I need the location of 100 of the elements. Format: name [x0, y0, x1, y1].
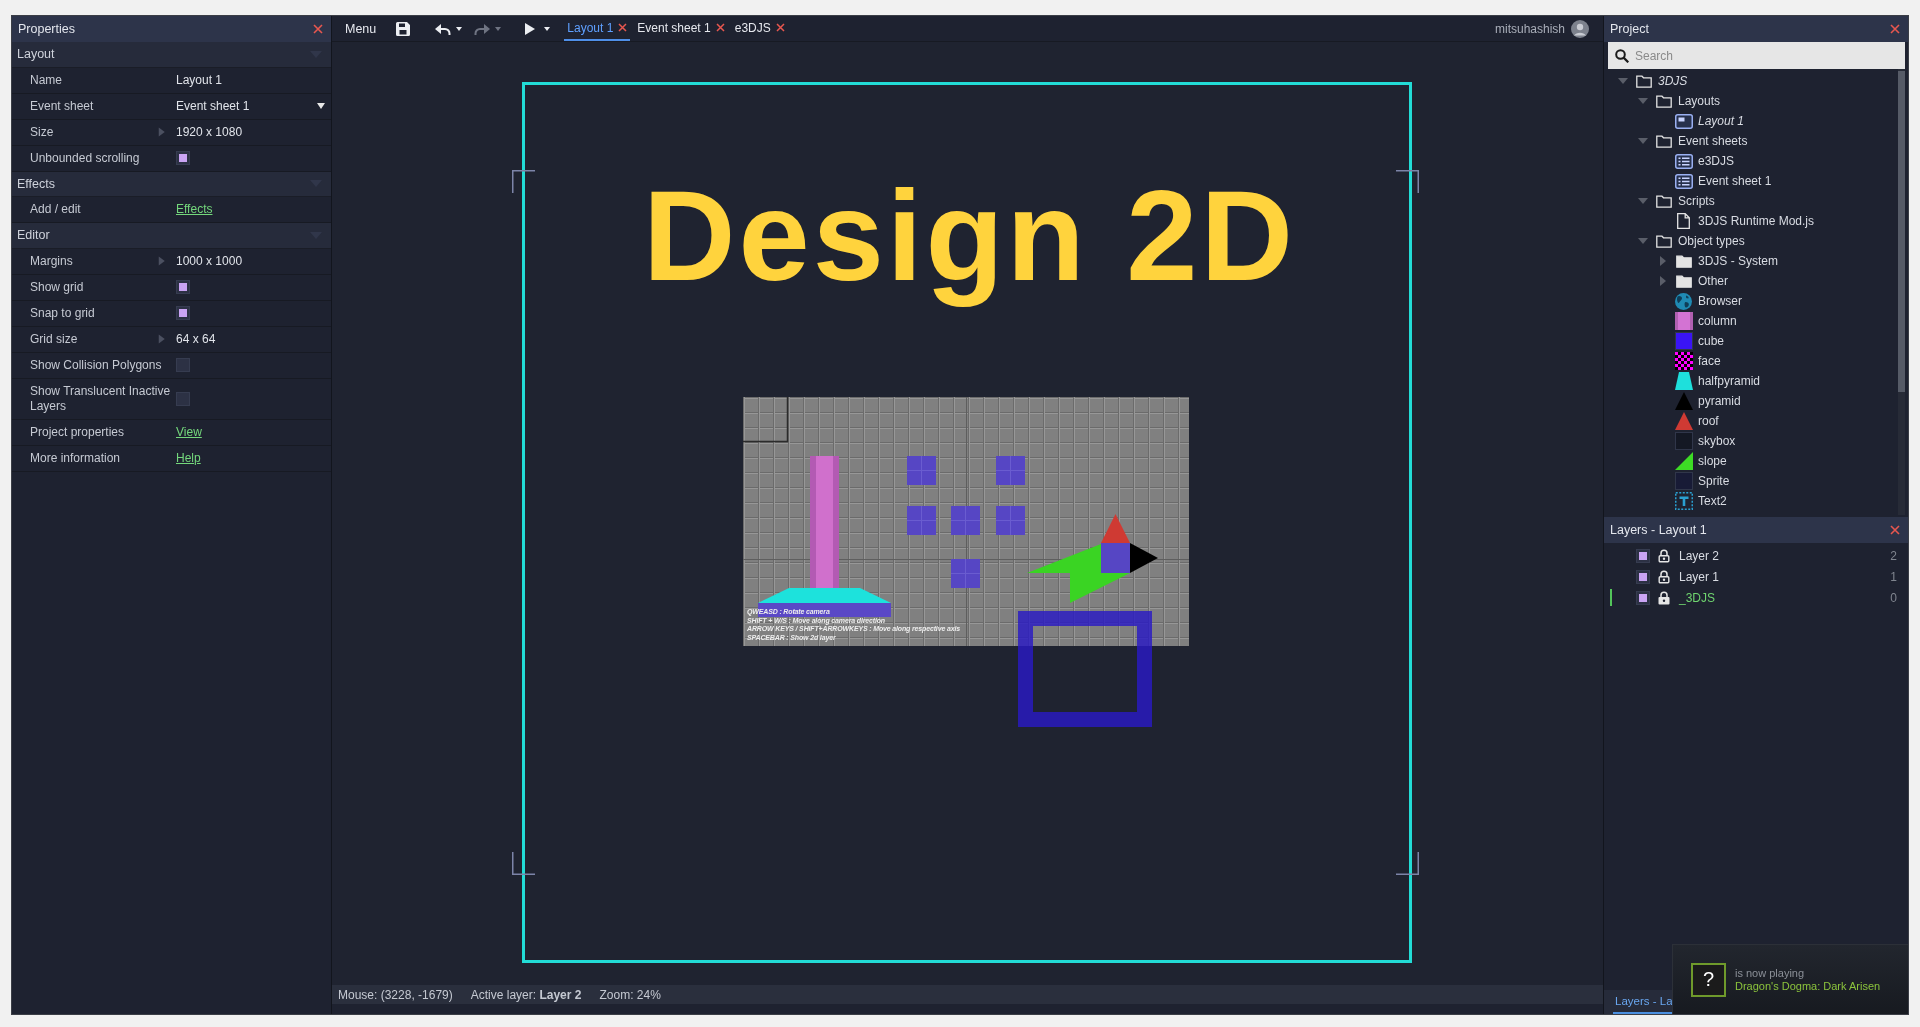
lock-icon[interactable] — [1658, 590, 1670, 605]
close-button[interactable] — [313, 24, 323, 34]
checkbox[interactable] — [176, 306, 190, 320]
tree-item[interactable]: Scripts — [1636, 191, 1715, 211]
tree-item[interactable]: Sprite — [1656, 471, 1730, 491]
caret-icon[interactable] — [544, 27, 551, 31]
property-label: Add / edit — [30, 202, 82, 217]
block-tile — [995, 455, 1026, 486]
menu-button[interactable]: Menu — [340, 21, 382, 36]
tree-item[interactable]: slope — [1656, 451, 1727, 471]
close-button[interactable] — [1890, 24, 1900, 34]
tree-item[interactable]: column — [1656, 311, 1737, 331]
collapse-arrow-icon[interactable] — [1638, 138, 1648, 144]
section-title: Effects — [17, 176, 55, 191]
tree-item[interactable]: face — [1656, 351, 1721, 371]
link[interactable]: Help — [176, 450, 201, 465]
property-label: Show Collision Polygons — [30, 357, 163, 373]
folder-icon — [1675, 274, 1692, 288]
notification-status: is now playing — [1735, 967, 1805, 979]
run-button[interactable] — [525, 22, 551, 35]
corner-mark — [512, 170, 535, 193]
property-label: Margins — [30, 253, 74, 269]
checkbox[interactable] — [176, 358, 190, 372]
layer-name[interactable]: _3DJS — [1679, 590, 1716, 605]
scrollbar-thumb[interactable] — [1898, 71, 1905, 392]
search-field[interactable]: Search — [1608, 42, 1905, 69]
section-header[interactable]: Layout — [12, 42, 331, 68]
tree-item[interactable]: 3DJS - System — [1656, 251, 1778, 271]
tree-item[interactable]: cube — [1656, 331, 1725, 351]
section-header[interactable]: Editor — [12, 223, 331, 249]
collapse-arrow-icon[interactable] — [1638, 198, 1648, 204]
expand-arrow-icon[interactable] — [158, 333, 167, 345]
close-icon — [313, 24, 323, 34]
folder-icon — [1635, 74, 1652, 88]
checkbox[interactable] — [176, 280, 190, 294]
checkbox[interactable] — [176, 391, 190, 406]
property-value: 64 x 64 — [176, 331, 216, 347]
property-label: Grid size — [30, 331, 79, 347]
folder-icon — [1655, 94, 1672, 108]
lock-icon[interactable] — [1658, 548, 1670, 563]
expand-arrow-icon[interactable] — [158, 126, 167, 138]
close-icon[interactable] — [618, 23, 628, 32]
username: mitsuhashish — [1494, 21, 1565, 36]
tree-item[interactable]: Layouts — [1636, 91, 1721, 111]
tree-item[interactable]: halfpyramid — [1656, 371, 1761, 391]
collapse-arrow-icon[interactable] — [1618, 78, 1628, 84]
tree-item[interactable]: Other — [1656, 271, 1728, 291]
close-button[interactable] — [1890, 525, 1900, 535]
link[interactable]: Effects — [176, 202, 213, 216]
link[interactable]: View — [176, 424, 202, 439]
save-button[interactable] — [396, 21, 411, 36]
tab[interactable]: e3DJS — [731, 16, 788, 41]
panel-title: Project — [1610, 22, 1649, 36]
tree-item[interactable]: pyramid — [1656, 391, 1741, 411]
folder-icon — [1655, 134, 1672, 148]
document-icon — [1677, 213, 1690, 229]
layer-name[interactable]: Layer 2 — [1679, 548, 1720, 563]
expand-arrow-icon[interactable] — [1660, 256, 1666, 266]
layer-index: 1 — [1890, 569, 1897, 584]
layer-index: 0 — [1890, 590, 1897, 605]
search-icon — [1615, 48, 1629, 63]
expand-arrow-icon[interactable] — [158, 255, 167, 267]
game-thumbnail: ? — [1691, 962, 1726, 997]
checkbox[interactable] — [176, 151, 190, 165]
panel-title: Layers - Layout 1 — [1610, 523, 1707, 537]
property-label: More information — [30, 450, 122, 466]
tree-item[interactable]: roof — [1656, 411, 1719, 431]
close-icon[interactable] — [715, 23, 725, 32]
close-icon[interactable] — [775, 23, 785, 32]
tree-item[interactable]: 3DJS Runtime Mod.js — [1656, 211, 1815, 231]
visibility-checkbox[interactable] — [1636, 548, 1650, 563]
tree-item[interactable]: Event sheet 1 — [1656, 171, 1772, 191]
property-label: Name — [30, 72, 63, 88]
block-tile — [950, 558, 981, 589]
avatar-icon[interactable] — [1571, 19, 1589, 38]
tree-item[interactable]: skybox — [1656, 431, 1736, 451]
tree-item[interactable]: e3DJS — [1656, 151, 1735, 171]
layer-name[interactable]: Layer 1 — [1679, 569, 1720, 584]
section-header[interactable]: Effects — [12, 171, 331, 197]
property-value: Layout 1 — [176, 72, 223, 88]
tree-item[interactable]: Text2 — [1656, 491, 1727, 511]
collapse-arrow-icon[interactable] — [1638, 238, 1648, 244]
dropdown[interactable]: Event sheet 1 — [176, 98, 331, 114]
property-label: Show grid — [30, 279, 85, 295]
undo-button[interactable] — [435, 22, 463, 35]
tab[interactable]: Event sheet 1 — [634, 16, 728, 41]
visibility-checkbox[interactable] — [1636, 590, 1650, 605]
corner-mark — [512, 852, 535, 875]
tree-item[interactable]: Browser — [1656, 291, 1742, 311]
tree-item[interactable]: Event sheets — [1636, 131, 1748, 151]
lock-icon[interactable] — [1658, 569, 1670, 584]
undo-icon — [435, 22, 452, 35]
tree-item[interactable]: Object types — [1636, 231, 1745, 251]
expand-arrow-icon[interactable] — [1660, 276, 1666, 286]
collapse-arrow-icon[interactable] — [1638, 98, 1648, 104]
tree-item[interactable]: 3DJS — [1616, 71, 1688, 91]
visibility-checkbox[interactable] — [1636, 569, 1650, 584]
corner-mark — [1396, 852, 1419, 875]
tree-item[interactable]: Layout 1 — [1656, 111, 1745, 131]
caret-icon[interactable] — [456, 27, 463, 31]
